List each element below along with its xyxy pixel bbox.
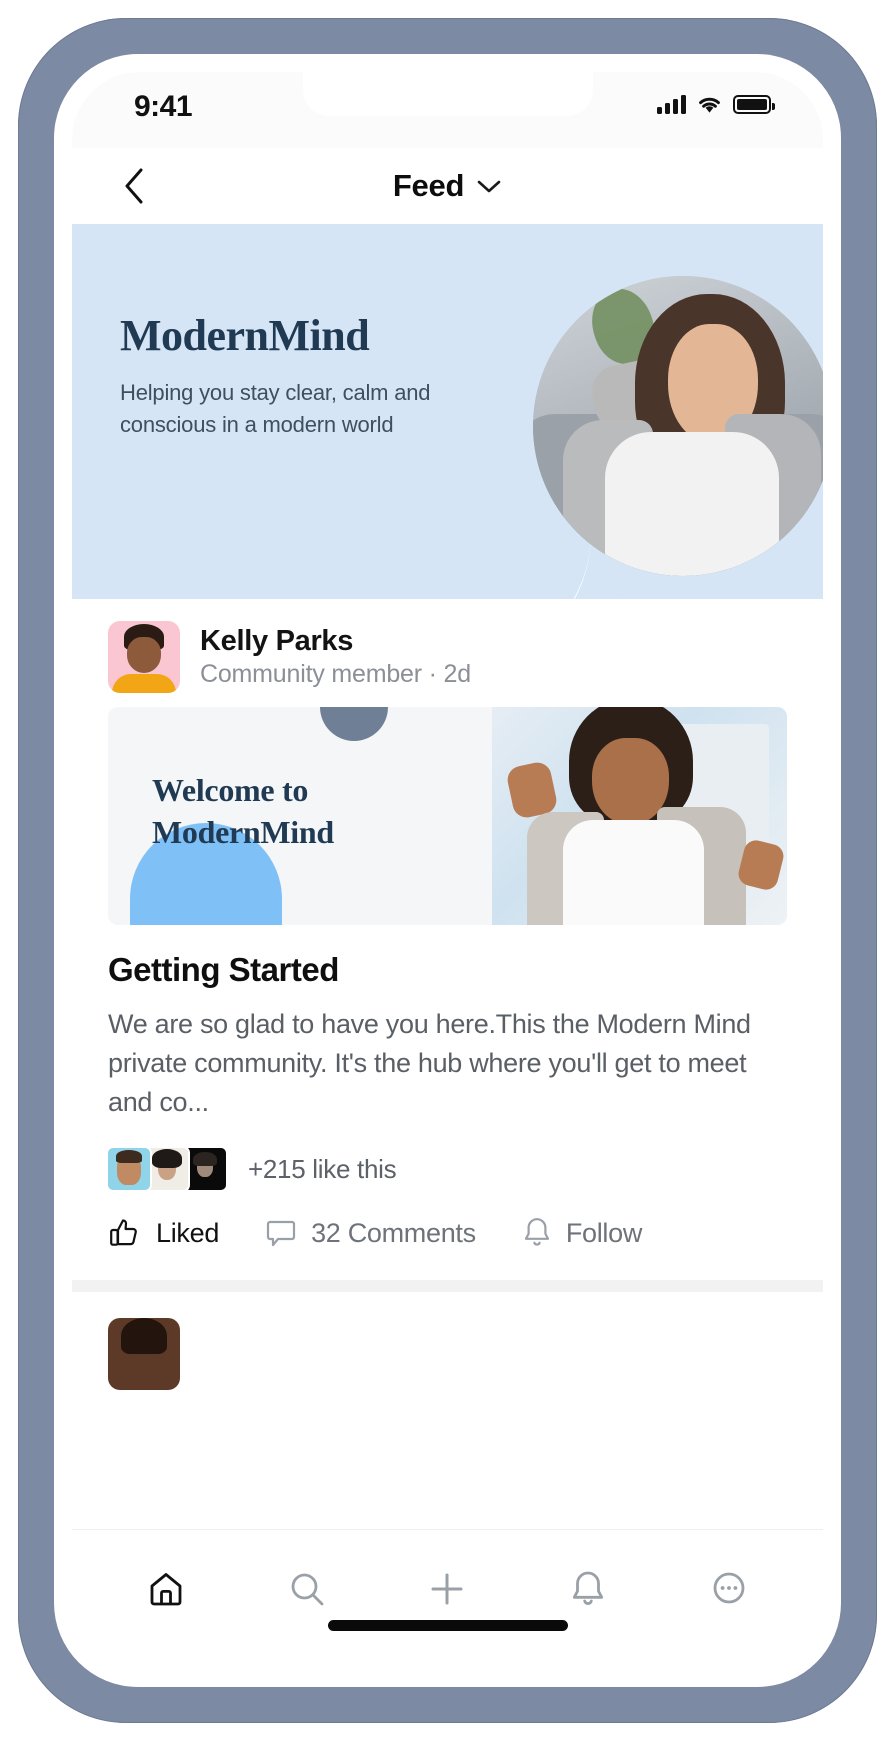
- post-timestamp: 2d: [443, 660, 472, 688]
- liker-avatars[interactable]: [108, 1148, 226, 1191]
- status-bar-time: 9:41: [134, 90, 193, 123]
- cover-title-line-2: ModernMind: [152, 814, 334, 851]
- home-indicator[interactable]: [327, 1620, 568, 1631]
- battery-full-icon: [733, 94, 775, 114]
- hero-subtitle: Helping you stay clear, calm and conscio…: [120, 380, 431, 437]
- slate-semicircle-decoration: [320, 707, 388, 741]
- post-heading: Getting Started: [108, 951, 339, 988]
- chevron-left-icon: [125, 168, 143, 204]
- post-text[interactable]: We are so glad to have you here.This the…: [108, 1005, 787, 1122]
- author-role: Community member: [200, 660, 422, 688]
- status-bar: 9:41: [72, 72, 823, 148]
- device-notch: [302, 72, 593, 116]
- chat-bubble-icon: [713, 1572, 745, 1603]
- nav-header: Feed: [72, 148, 823, 224]
- feed-title-dropdown[interactable]: Feed: [393, 168, 502, 204]
- thumbs-up-icon: [110, 1219, 137, 1247]
- hero-photo: [533, 276, 823, 576]
- hero-text-block: ModernMind Helping you stay clear, calm …: [120, 310, 450, 441]
- phone-screen: 9:41 Feed ModernMind Helping you stay cl…: [72, 72, 823, 1669]
- post-actions-row: Liked 32 Comments Follow: [72, 1190, 823, 1250]
- cover-title: Welcome to ModernMind: [152, 769, 334, 853]
- avatar[interactable]: [108, 621, 180, 693]
- wifi-icon: [699, 97, 720, 113]
- comments-button[interactable]: 32 Comments: [265, 1217, 476, 1249]
- meta-separator: ·: [428, 660, 437, 688]
- nav-item-create[interactable]: [412, 1554, 482, 1624]
- status-bar-icons: [657, 94, 775, 114]
- bell-icon: [524, 1218, 549, 1247]
- liker-avatar-3[interactable]: [184, 1148, 226, 1191]
- follow-button[interactable]: Follow: [522, 1216, 642, 1250]
- likes-row[interactable]: +215 like this: [72, 1122, 823, 1191]
- volume-up-button[interactable]: [28, 418, 38, 514]
- welcome-photo: [492, 707, 787, 925]
- community-hero-banner: ModernMind Helping you stay clear, calm …: [72, 224, 823, 599]
- silent-switch-button[interactable]: [28, 318, 38, 376]
- power-button[interactable]: [857, 458, 867, 588]
- plus-icon: [431, 1573, 463, 1604]
- volume-down-button[interactable]: [28, 538, 38, 634]
- back-button[interactable]: [112, 164, 156, 208]
- like-button[interactable]: Liked: [108, 1216, 219, 1250]
- bell-icon: [572, 1571, 604, 1605]
- liker-avatar-2[interactable]: [146, 1148, 188, 1191]
- likes-count-label[interactable]: +215 like this: [248, 1154, 397, 1185]
- author-meta: Kelly Parks Community member · 2d: [200, 625, 471, 689]
- post-cover-image[interactable]: Welcome to ModernMind: [108, 707, 787, 925]
- post-body: Getting Started We are so glad to have y…: [72, 925, 823, 1122]
- nav-item-home[interactable]: [131, 1554, 201, 1624]
- nav-item-search[interactable]: [272, 1554, 342, 1624]
- post-author-row[interactable]: Kelly Parks Community member · 2d: [72, 599, 823, 707]
- cover-title-line-1: Welcome to: [152, 772, 309, 808]
- next-post-avatar[interactable]: [108, 1318, 180, 1391]
- feed-section-divider: [72, 1280, 823, 1293]
- phone-device-frame: 9:41 Feed ModernMind Helping you stay cl…: [18, 18, 877, 1723]
- nav-item-messages[interactable]: [694, 1554, 764, 1624]
- comments-button-label: 32 Comments: [311, 1217, 476, 1248]
- hero-title: ModernMind: [120, 311, 370, 360]
- page-title: Feed: [392, 168, 465, 203]
- phone-body: 9:41 Feed ModernMind Helping you stay cl…: [54, 54, 841, 1687]
- author-subtitle: Community member · 2d: [200, 660, 471, 689]
- author-name[interactable]: Kelly Parks: [200, 625, 471, 658]
- nav-item-notifications[interactable]: [553, 1554, 623, 1624]
- like-button-label: Liked: [156, 1217, 220, 1248]
- bottom-nav-wrapper: [72, 1529, 823, 1647]
- search-icon: [291, 1573, 324, 1605]
- chevron-down-icon: [477, 180, 501, 193]
- feed-scroll-content[interactable]: ModernMind Helping you stay clear, calm …: [72, 224, 823, 1529]
- follow-button-label: Follow: [565, 1217, 643, 1248]
- next-post-peek[interactable]: [72, 1292, 823, 1391]
- signal-bars-icon: [657, 94, 686, 114]
- liker-avatar-1[interactable]: [108, 1148, 150, 1191]
- home-icon: [150, 1572, 182, 1605]
- comment-bubble-icon: [266, 1221, 296, 1247]
